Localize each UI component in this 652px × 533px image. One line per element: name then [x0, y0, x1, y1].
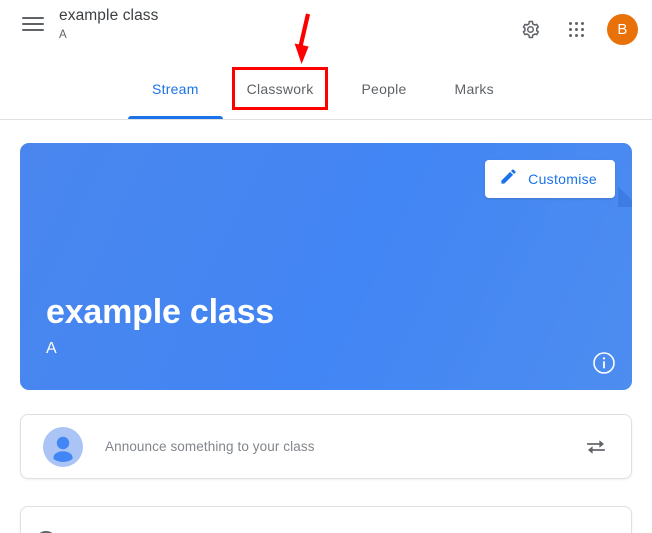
announce-card[interactable]: Announce something to your class	[20, 414, 632, 479]
tab-bar: Stream Classwork People Marks	[0, 58, 652, 120]
apps-grid-dot	[574, 27, 578, 31]
hamburger-bar	[22, 17, 44, 19]
tab-stream[interactable]: Stream	[128, 58, 223, 119]
banner-class-title: example class	[46, 293, 275, 331]
class-banner: Customise example class A	[20, 143, 632, 390]
tab-list: Stream Classwork People Marks	[128, 58, 518, 119]
banner-corner-fold	[618, 179, 632, 207]
tab-classwork[interactable]: Classwork	[223, 58, 338, 119]
announce-input-placeholder[interactable]: Announce something to your class	[105, 439, 315, 454]
hamburger-bar	[22, 23, 44, 25]
customise-button-label: Customise	[528, 171, 597, 187]
apps-grid-dot	[580, 33, 584, 37]
pencil-icon	[499, 167, 518, 191]
avatar[interactable]: B	[607, 13, 638, 45]
class-section-label: A	[59, 29, 67, 41]
gear-icon[interactable]	[515, 14, 545, 44]
person-avatar-icon	[43, 426, 83, 467]
post-card[interactable]	[20, 506, 632, 533]
info-circle-icon[interactable]	[592, 351, 616, 375]
help-circle-icon	[33, 529, 59, 533]
tab-marks[interactable]: Marks	[431, 58, 518, 119]
class-header[interactable]: example class A	[59, 6, 159, 43]
tab-people[interactable]: People	[337, 58, 430, 119]
main-content: Customise example class A Announce somet…	[0, 121, 652, 533]
hamburger-bar	[22, 29, 44, 31]
app-bar-actions: B	[515, 0, 638, 58]
apps-grid-dot	[580, 27, 584, 31]
apps-grid-icon[interactable]	[561, 14, 591, 44]
customise-button[interactable]: Customise	[485, 160, 615, 198]
banner-class-section: A	[46, 340, 57, 357]
apps-grid-dot	[568, 21, 572, 25]
apps-grid-dot	[568, 27, 572, 31]
apps-grid-dot	[574, 33, 578, 37]
page-title: example class	[59, 7, 159, 24]
hamburger-menu-icon[interactable]	[20, 13, 46, 37]
apps-grid-dot	[568, 33, 572, 37]
app-bar: example class A B	[0, 0, 652, 58]
apps-grid-dot	[574, 21, 578, 25]
apps-grid-dot	[580, 21, 584, 25]
swap-arrows-icon[interactable]	[583, 434, 609, 460]
